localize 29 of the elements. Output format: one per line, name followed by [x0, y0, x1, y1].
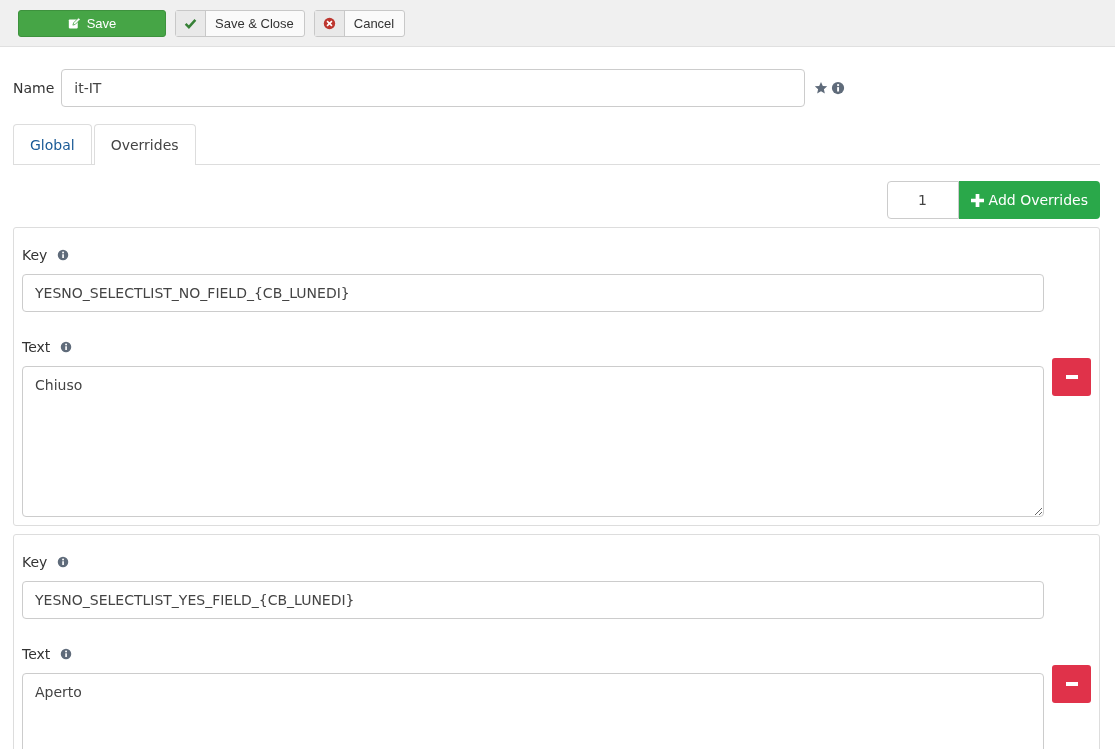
info-icon — [57, 556, 70, 568]
edit-icon — [67, 16, 81, 30]
save-close-button[interactable]: Save & Close — [175, 9, 305, 37]
key-field[interactable]: YESNO_SELECTLIST_YES_FIELD_{CB_LUNEDI} — [22, 581, 1044, 619]
tab[interactable]: Global — [13, 124, 92, 164]
check-icon — [184, 16, 197, 30]
name-label: Name — [13, 80, 55, 96]
minus-icon — [1065, 681, 1078, 686]
remove-button[interactable] — [1052, 357, 1091, 396]
count-field[interactable]: 1 — [886, 181, 959, 219]
cancel-button[interactable]: Cancel — [313, 9, 406, 37]
plus-icon — [970, 193, 984, 207]
info-icon — [60, 341, 73, 353]
info-icon — [60, 648, 73, 660]
text-label: Text — [22, 339, 51, 355]
text-area[interactable]: Chiuso — [22, 366, 1044, 517]
name-field[interactable]: it-IT — [61, 69, 806, 107]
key-label: Key — [22, 554, 48, 570]
info-icon — [831, 81, 846, 95]
key-label: Key — [22, 247, 48, 263]
text-area[interactable]: Aperto — [22, 673, 1044, 749]
minus-icon — [1065, 374, 1078, 379]
star-icon — [814, 81, 829, 95]
key-field[interactable]: YESNO_SELECTLIST_NO_FIELD_{CB_LUNEDI} — [22, 274, 1044, 312]
text-label: Text — [22, 646, 51, 662]
cancel-icon — [322, 16, 336, 30]
info-icon — [57, 249, 70, 261]
tab[interactable]: Overrides — [93, 124, 196, 165]
remove-button[interactable] — [1052, 664, 1091, 703]
